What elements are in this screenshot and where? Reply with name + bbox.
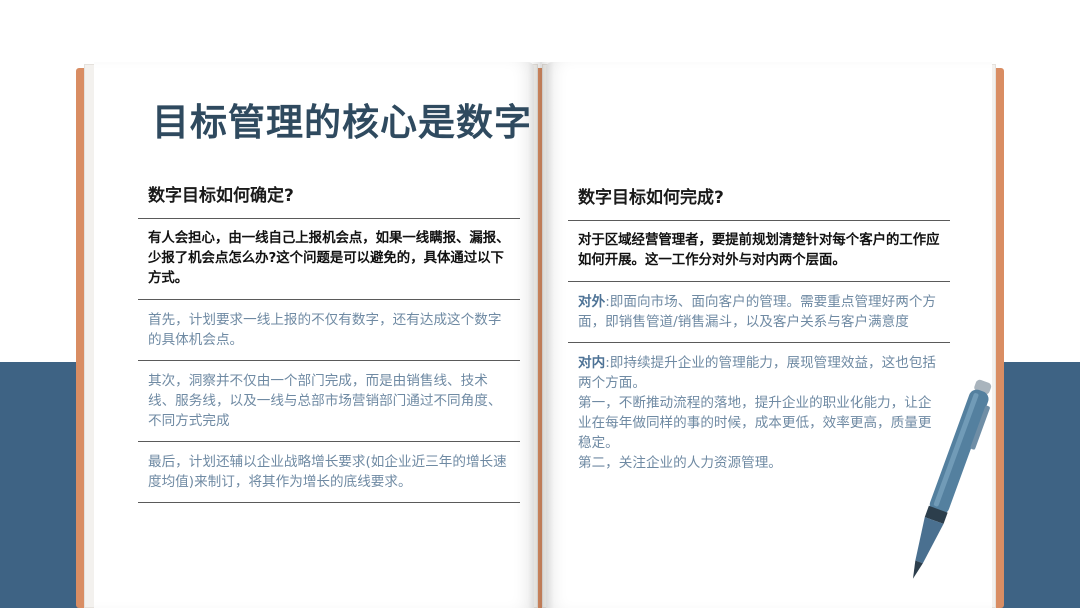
right-intro-text: 对于区域经营管理者，要提前规划清楚针对每个客户的工作应如何开展。这一工作分对外与… <box>578 233 940 268</box>
internal-text: 对内:即持续提升企业的管理能力，展现管理效益，这也包括两个方面。 <box>578 353 940 393</box>
slide-title: 目标管理的核心是数字 <box>152 101 532 144</box>
left-point-2: 其次，洞察并不仅由一个部门完成，而是由销售线、技术线、服务线，以及一线与总部市场… <box>138 361 520 442</box>
right-column: 数字目标如何完成? 对于区域经营管理者，要提前规划清楚针对每个客户的工作应如何开… <box>568 184 950 483</box>
internal-second: 第二，关注企业的人力资源管理。 <box>578 455 782 471</box>
external-label: 对外 <box>578 294 606 310</box>
internal-first: 第一，不断推动流程的落地，提升企业的职业化能力，让企业在每年做同样的事的时候，成… <box>578 395 932 451</box>
left-point-1: 首先，计划要求一线上报的不仅有数字，还有达成这个数字的具体机会点。 <box>138 300 520 361</box>
pen-icon <box>912 379 992 579</box>
left-heading: 数字目标如何确定? <box>138 182 520 219</box>
external-desc: :即面向市场、面向客户的管理。需要重点管理好两个方面，即销售管道/销售漏斗，以及… <box>578 294 937 330</box>
left-intro-text: 有人会担心，由一线自己上报机会点，如果一线瞒报、漏报、少报了机会点怎么办?这个问… <box>148 231 510 286</box>
left-point-2-text: 其次，洞察并不仅由一个部门完成，而是由销售线、技术线、服务线，以及一线与总部市场… <box>148 373 502 429</box>
external-block: 对外:即面向市场、面向客户的管理。需要重点管理好两个方面，即销售管道/销售漏斗，… <box>568 282 950 343</box>
left-intro: 有人会担心，由一线自己上报机会点，如果一线瞒报、漏报、少报了机会点怎么办?这个问… <box>138 219 520 300</box>
internal-label: 对内 <box>578 355 606 371</box>
left-column: 数字目标如何确定? 有人会担心，由一线自己上报机会点，如果一线瞒报、漏报、少报了… <box>138 182 520 503</box>
internal-desc: :即持续提升企业的管理能力，展现管理效益，这也包括两个方面。 <box>578 355 937 391</box>
left-point-1-text: 首先，计划要求一线上报的不仅有数字，还有达成这个数字的具体机会点。 <box>148 312 502 348</box>
left-point-3: 最后，计划还辅以企业战略增长要求(如企业近三年的增长速度均值)来制订，将其作为增… <box>138 442 520 503</box>
external-text: 对外:即面向市场、面向客户的管理。需要重点管理好两个方面，即销售管道/销售漏斗，… <box>578 292 940 332</box>
internal-block: 对内:即持续提升企业的管理能力，展现管理效益，这也包括两个方面。 第一，不断推动… <box>568 343 950 483</box>
right-heading: 数字目标如何完成? <box>568 184 950 221</box>
left-point-3-text: 最后，计划还辅以企业战略增长要求(如企业近三年的增长速度均值)来制订，将其作为增… <box>148 454 507 490</box>
right-intro: 对于区域经营管理者，要提前规划清楚针对每个客户的工作应如何开展。这一工作分对外与… <box>568 221 950 282</box>
